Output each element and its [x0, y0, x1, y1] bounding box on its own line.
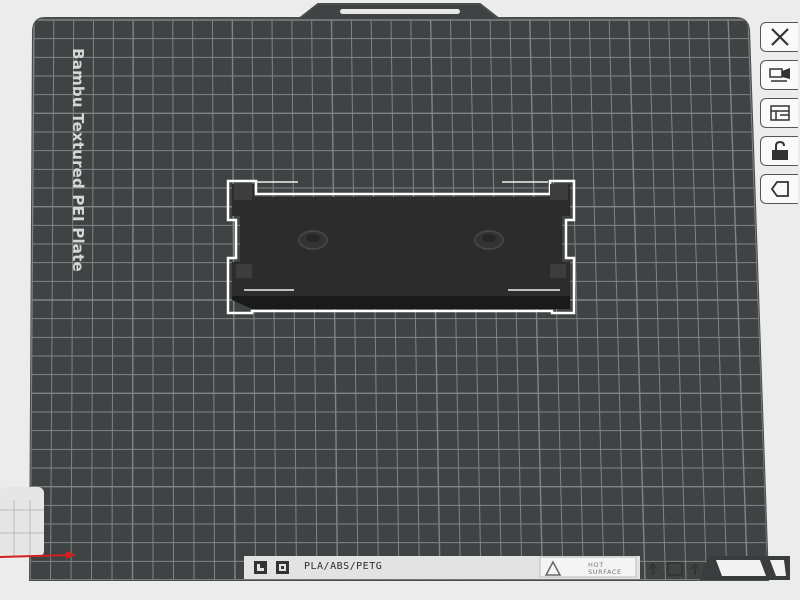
unlock-icon: [771, 140, 788, 160]
model-mount-hole-right: [474, 230, 504, 250]
plate-side-toolbar: [756, 22, 800, 204]
plate-bottom-strip: PLA/ABS/PETG HOT SURFACE: [250, 560, 640, 578]
plate-settings-icon: [770, 181, 789, 197]
model-top: [232, 184, 570, 296]
model-mount-hole-left: [298, 230, 328, 250]
model-corner-block-tr: [550, 184, 568, 200]
plate-corner-stripe: [716, 560, 766, 576]
arrange-icon: [769, 105, 790, 121]
close-icon: [770, 28, 789, 46]
plate-materials-text: PLA/ABS/PETG: [304, 561, 383, 572]
3d-viewport[interactable]: Bambu Textured PEI Plate PLA/ABS/PETG HO…: [0, 0, 800, 600]
plate-handle: [340, 9, 460, 14]
hot-surface-warning: HOT SURFACE: [562, 561, 632, 577]
auto-orient-button[interactable]: [760, 60, 798, 90]
plate-settings-button[interactable]: [760, 174, 798, 204]
hot-surface-line2: SURFACE: [588, 568, 622, 576]
model-corner-block-br: [550, 264, 566, 278]
model-corner-block-tl: [234, 184, 252, 200]
origin-patch: [0, 487, 44, 557]
model-side: [232, 294, 570, 309]
lock-plate-button[interactable]: [760, 136, 798, 166]
close-plate-button[interactable]: [760, 22, 798, 52]
build-plate-canvas[interactable]: [0, 0, 800, 600]
auto-orient-icon: [768, 68, 790, 82]
arrange-button[interactable]: [760, 98, 798, 128]
model-corner-block-bl: [236, 264, 252, 278]
plate-name-label-wrap: Bambu Textured PEI Plate: [48, 40, 108, 280]
plate-name-label: Bambu Textured PEI Plate: [69, 48, 87, 272]
